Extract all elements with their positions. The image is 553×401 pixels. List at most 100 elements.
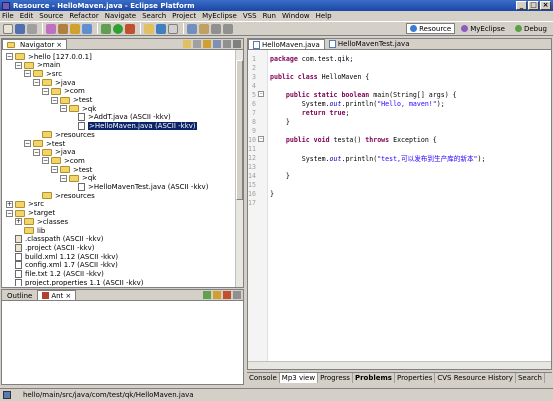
menu-window[interactable]: Window [282,12,310,20]
navigator-scrollbar[interactable] [235,50,243,287]
cvs-icon[interactable] [46,23,56,34]
collapse-icon[interactable]: − [60,105,67,113]
view-menu-icon[interactable] [233,40,241,48]
tree-item[interactable]: − >target [6,209,55,218]
maximize-icon[interactable]: □ [528,1,539,10]
tree-item[interactable]: − >test [24,139,65,148]
tree-item[interactable]: + >classes [15,217,68,226]
tab-ant[interactable]: Ant × [37,290,77,300]
search-icon[interactable] [187,23,197,34]
up-icon[interactable] [203,40,211,48]
editor-tab[interactable]: HelloMaven.java [248,39,325,49]
tree-item[interactable]: − >test [51,165,92,174]
link-editor-icon[interactable] [223,40,231,48]
tree-item[interactable]: + >src [6,200,44,209]
tree-item[interactable]: − >java [33,78,76,87]
menu-vss[interactable]: VSS [243,12,257,20]
collapse-icon[interactable]: − [51,96,58,104]
tree-item[interactable]: − >hello [127.0.0.1] [6,52,92,61]
collapse-all-icon[interactable] [213,40,221,48]
tree-item[interactable]: >HelloMavenTest.java (ASCII -kkv) [69,183,208,192]
perspective-debug[interactable]: Debug [511,23,551,34]
collapse-icon[interactable]: − [24,70,31,78]
code-editor[interactable]: 1 package com.test.qik; 2 3 public class Hel… [248,50,551,368]
tree-item[interactable]: .classpath (ASCII -kkv) [6,235,103,244]
tab-outline[interactable]: Outline [2,290,38,300]
tree-item[interactable]: >HelloMaven.java (ASCII -kkv) [69,122,197,131]
tree-item[interactable]: − >com [42,156,85,165]
print-icon[interactable] [27,23,37,34]
tab-progress[interactable]: Progress [318,373,353,383]
collapse-icon[interactable]: − [15,61,22,69]
package-icon[interactable] [58,23,68,34]
tree-item[interactable]: − >src [24,69,62,78]
menu-navigate[interactable]: Navigate [105,12,136,20]
menu-run[interactable]: Run [263,12,276,20]
menu-edit[interactable]: Edit [20,12,34,20]
perspective-myeclipse[interactable]: MyEclipse [457,23,509,34]
tab-problems[interactable]: Problems [353,373,395,383]
tree-item[interactable]: >resources [33,130,95,139]
editor-tab[interactable]: HelloMavenTest.java [325,39,414,49]
forward-icon[interactable] [223,23,233,34]
minimize-icon[interactable]: _ [516,1,527,10]
collapse-icon[interactable]: − [6,53,13,60]
close-icon[interactable]: × [65,292,71,300]
tree-item[interactable]: >resources [33,191,95,200]
build-icon[interactable] [70,23,80,34]
debug-icon[interactable] [101,23,111,34]
menu-file[interactable]: File [2,12,14,20]
annotation-icon[interactable] [199,23,209,34]
tree-item[interactable]: lib [15,226,45,235]
tree-item[interactable]: − >java [33,148,76,157]
tree-item[interactable]: − >test [51,96,92,105]
tab-properties[interactable]: Properties [395,373,436,383]
tree-item[interactable]: − >main [15,61,60,70]
fold-toggle-icon[interactable]: − [258,136,264,142]
collapse-icon[interactable]: − [51,166,58,174]
tree-item[interactable]: − >qk [60,174,96,183]
new-java-project-icon[interactable] [144,23,154,34]
remove-icon[interactable] [223,291,231,299]
new-icon[interactable] [3,23,13,34]
menu-myeclipse[interactable]: MyEclipse [202,12,237,20]
run-ant-icon[interactable] [203,291,211,299]
menu-help[interactable]: Help [316,12,332,20]
close-icon[interactable]: × [56,41,62,49]
collapse-icon[interactable]: − [42,157,49,165]
close-icon[interactable]: × [540,1,551,10]
new-class-icon[interactable] [156,23,166,34]
tree-item[interactable]: file.txt 1.2 (ASCII -kkv) [6,270,104,279]
back-icon[interactable] [183,40,191,48]
open-type-icon[interactable] [168,23,178,34]
tree-item[interactable]: − >com [42,87,85,96]
tree-item[interactable]: .project (ASCII -kkv) [6,243,94,252]
collapse-icon[interactable]: − [42,87,49,95]
collapse-icon[interactable]: − [60,174,67,182]
add-buildfile-icon[interactable] [213,291,221,299]
tree-item[interactable]: config.xml 1.7 (ASCII -kkv) [6,261,118,270]
menu-project[interactable]: Project [172,12,196,20]
tab-navigator[interactable]: Navigator × [2,39,68,49]
scroll-thumb[interactable] [236,60,243,200]
external-tools-icon[interactable] [125,23,135,34]
menu-search[interactable]: Search [142,12,166,20]
tree-item[interactable]: − >qk [60,104,96,113]
tab-console[interactable]: Console [247,373,280,383]
editor-scrollbar[interactable] [248,361,551,369]
tab-mp3-view[interactable]: Mp3 view [279,373,319,383]
collapse-icon[interactable]: − [33,79,40,87]
tree-item[interactable]: project.properties 1.1 (ASCII -kkv) [6,278,144,286]
menu-source[interactable]: Source [39,12,63,20]
fast-view-icon[interactable] [3,390,11,399]
tab-cvs-resource-history[interactable]: CVS Resource History [435,373,516,383]
forward-icon[interactable] [193,40,201,48]
back-icon[interactable] [211,23,221,34]
collapse-icon[interactable]: − [24,140,31,147]
fold-toggle-icon[interactable]: − [258,91,264,97]
run-icon[interactable] [113,23,123,34]
save-icon[interactable] [15,23,25,34]
perspective-resource[interactable]: Resource [406,23,456,34]
collapse-icon[interactable]: − [6,209,13,217]
collapse-icon[interactable]: − [33,148,40,156]
